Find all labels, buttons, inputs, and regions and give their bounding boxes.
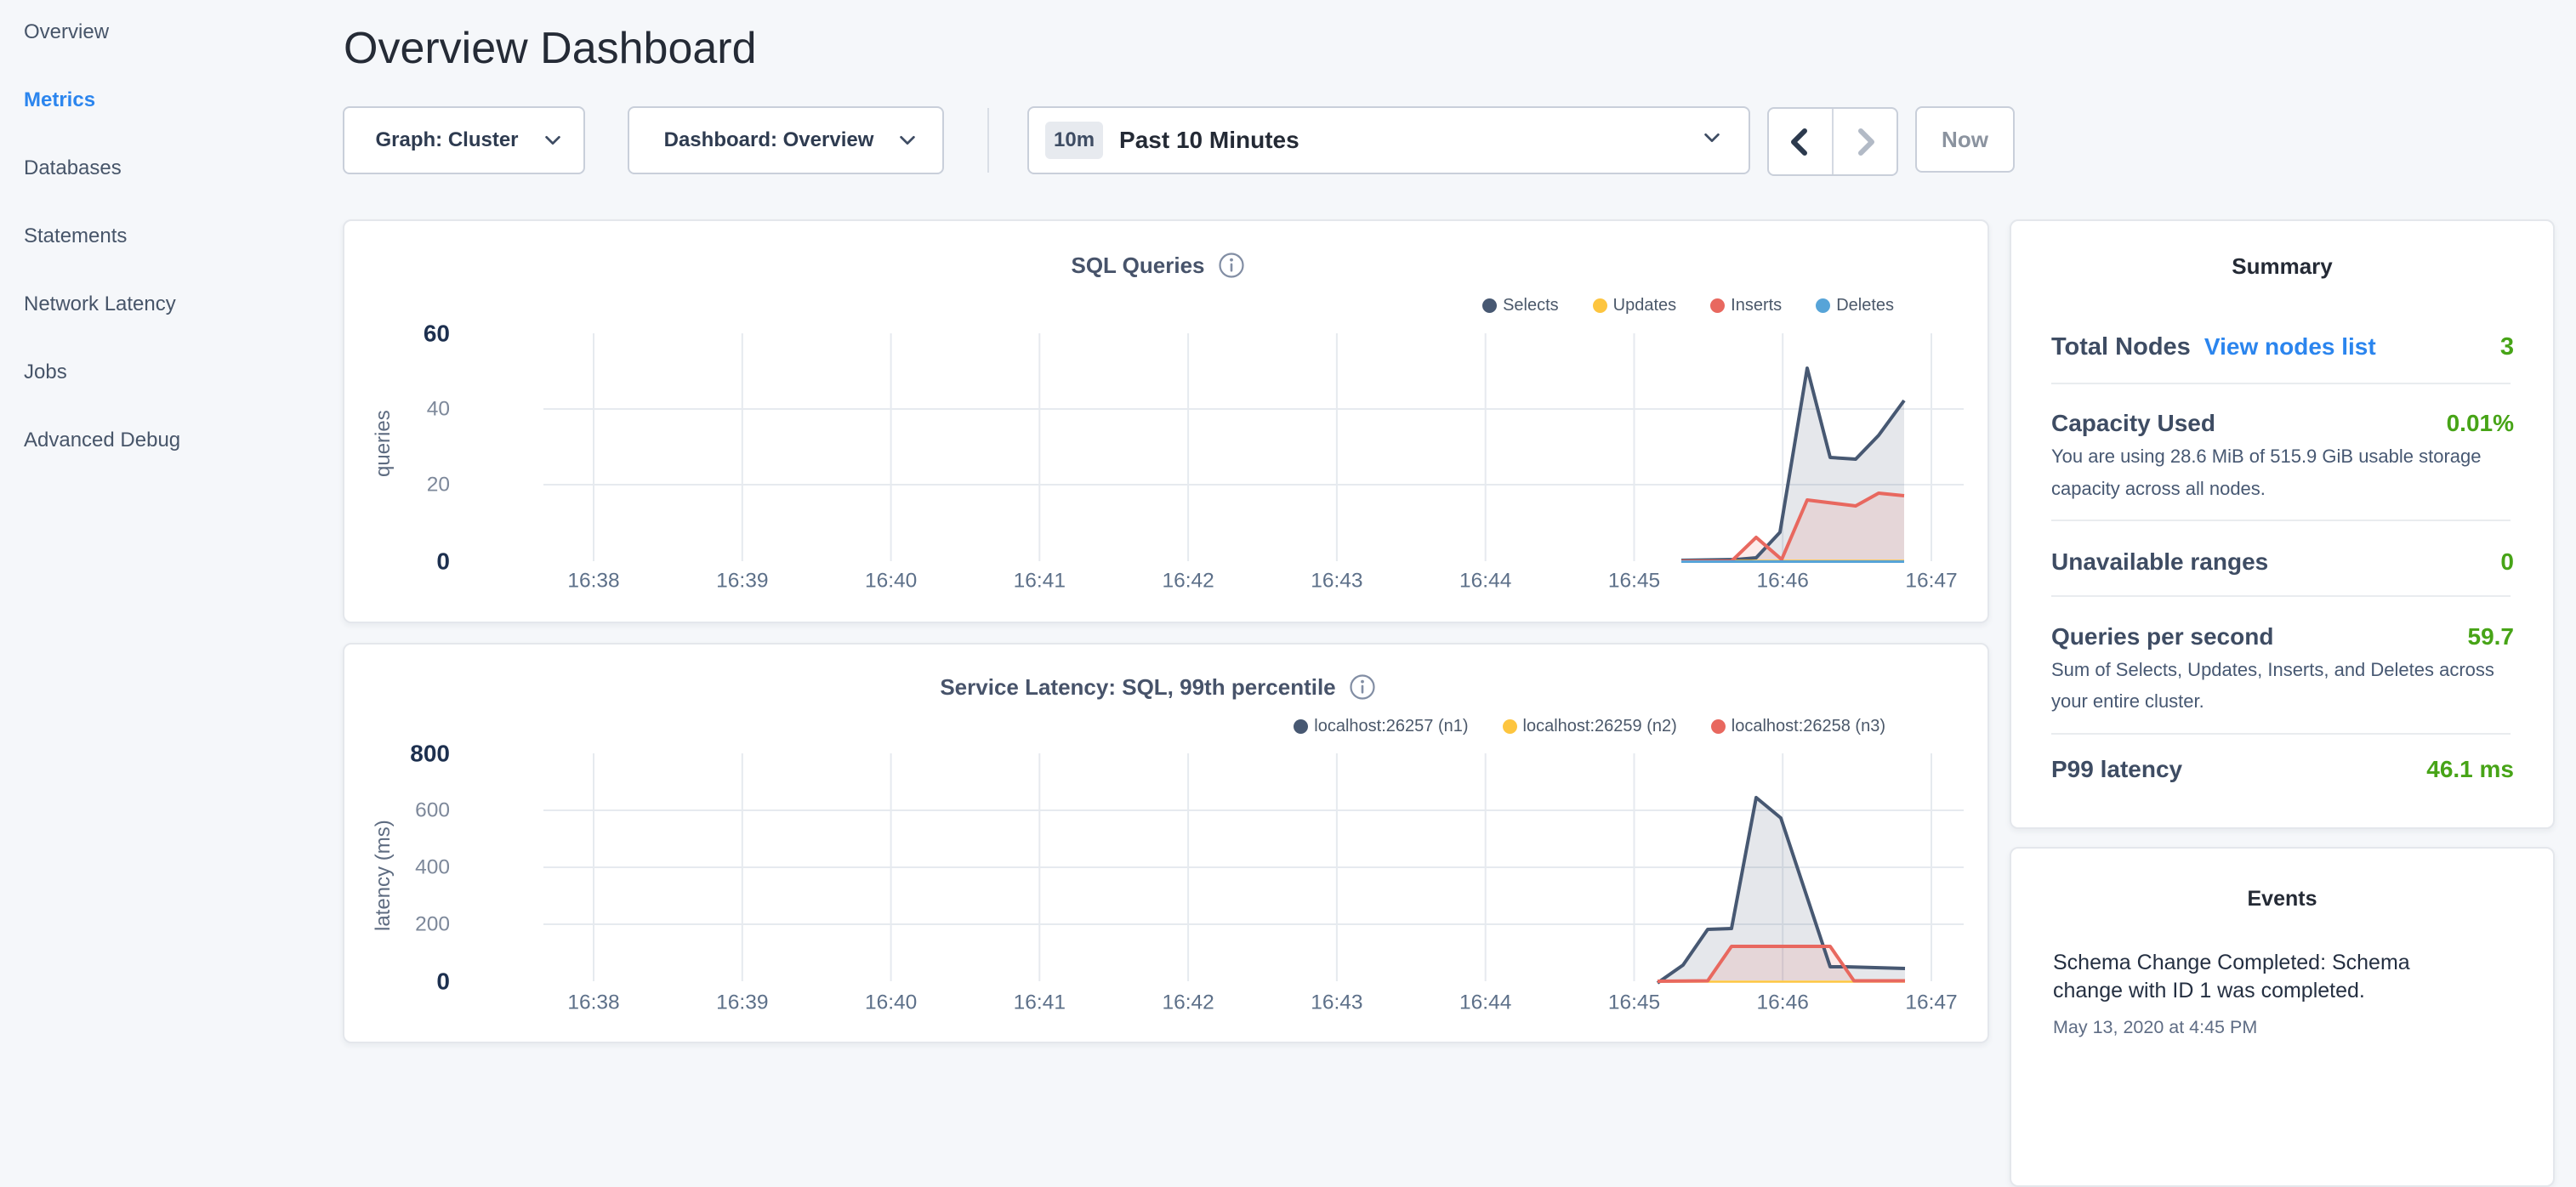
svg-text:16:40: 16:40 bbox=[865, 991, 917, 1014]
svg-text:16:45: 16:45 bbox=[1608, 570, 1660, 593]
svg-text:16:44: 16:44 bbox=[1459, 991, 1511, 1014]
svg-text:16:47: 16:47 bbox=[1905, 991, 1957, 1014]
svg-text:16:40: 16:40 bbox=[865, 570, 917, 593]
svg-text:200: 200 bbox=[415, 913, 450, 936]
svg-text:0: 0 bbox=[436, 548, 450, 575]
svg-text:16:38: 16:38 bbox=[567, 991, 619, 1014]
svg-text:16:46: 16:46 bbox=[1757, 570, 1809, 593]
svg-text:16:41: 16:41 bbox=[1014, 991, 1066, 1014]
svg-text:16:45: 16:45 bbox=[1608, 991, 1660, 1014]
svg-text:400: 400 bbox=[415, 856, 450, 879]
svg-text:16:38: 16:38 bbox=[567, 570, 619, 593]
svg-text:16:47: 16:47 bbox=[1905, 570, 1957, 593]
svg-text:16:43: 16:43 bbox=[1311, 570, 1362, 593]
svg-text:0: 0 bbox=[436, 968, 450, 995]
svg-text:16:43: 16:43 bbox=[1311, 991, 1362, 1014]
svg-text:20: 20 bbox=[427, 474, 450, 497]
svg-text:800: 800 bbox=[410, 741, 450, 767]
svg-text:16:44: 16:44 bbox=[1459, 570, 1511, 593]
svg-text:40: 40 bbox=[427, 398, 450, 421]
svg-text:60: 60 bbox=[424, 321, 450, 347]
svg-text:16:39: 16:39 bbox=[716, 570, 768, 593]
svg-text:600: 600 bbox=[415, 799, 450, 822]
svg-text:16:39: 16:39 bbox=[716, 991, 768, 1014]
svg-text:16:42: 16:42 bbox=[1162, 570, 1214, 593]
svg-text:16:46: 16:46 bbox=[1757, 991, 1809, 1014]
svg-text:16:42: 16:42 bbox=[1162, 991, 1214, 1014]
svg-text:16:41: 16:41 bbox=[1014, 570, 1066, 593]
